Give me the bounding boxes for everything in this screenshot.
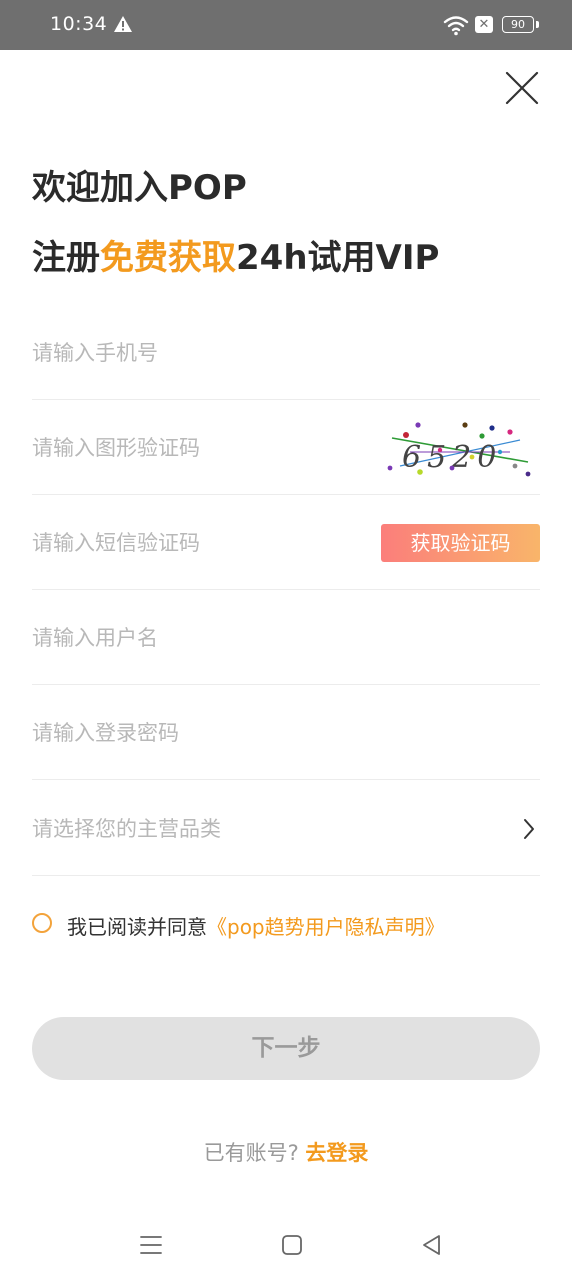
next-step-button[interactable]: 下一步 — [32, 1017, 540, 1080]
battery-tip — [536, 21, 539, 28]
captcha-input[interactable] — [32, 430, 362, 466]
agree-checkbox[interactable] — [32, 913, 52, 933]
get-sms-code-button[interactable]: 获取验证码 — [381, 524, 540, 562]
close-icon[interactable] — [500, 66, 544, 110]
sms-code-input[interactable] — [32, 525, 362, 561]
privacy-policy-link[interactable]: 《pop趋势用户隐私声明》 — [207, 915, 445, 939]
page-title: 欢迎加入POP — [32, 168, 247, 208]
menu-icon[interactable] — [136, 1230, 166, 1260]
subtitle-accent: 免费获取 — [100, 238, 236, 278]
agreement-row: 我已阅读并同意《pop趋势用户隐私声明》 — [32, 908, 540, 942]
status-time: 10:34 — [50, 13, 108, 35]
chevron-right-icon — [524, 819, 534, 839]
captcha-image[interactable]: 6520 — [380, 422, 536, 478]
subtitle-prefix: 注册 — [32, 238, 100, 278]
go-login-link[interactable]: 去登录 — [305, 1141, 368, 1165]
wifi-icon — [443, 16, 469, 36]
sms-row: 获取验证码 — [32, 495, 540, 590]
agreement-text: 我已阅读并同意《pop趋势用户隐私声明》 — [67, 911, 445, 940]
sim-blocked-icon: ✕ — [475, 16, 493, 33]
warning-icon — [114, 16, 132, 32]
captcha-row: 6520 — [32, 400, 540, 495]
battery-icon: 90 — [502, 16, 534, 33]
subtitle-suffix: 24h试用VIP — [236, 238, 440, 278]
back-icon[interactable] — [417, 1230, 447, 1260]
category-field[interactable] — [32, 811, 362, 847]
status-bar: 10:34 ✕ 90 — [0, 0, 572, 50]
username-row — [32, 590, 540, 685]
page-subtitle: 注册免费获取24h试用VIP — [32, 230, 439, 279]
phone-row — [32, 305, 540, 400]
phone-input[interactable] — [32, 335, 362, 371]
login-prompt: 已有账号? — [203, 1141, 299, 1165]
password-row — [32, 685, 540, 780]
home-icon[interactable] — [277, 1230, 307, 1260]
username-input[interactable] — [32, 620, 362, 656]
password-input[interactable] — [32, 715, 362, 751]
login-row: 已有账号? 去登录 — [0, 1137, 572, 1167]
agreement-label: 我已阅读并同意 — [67, 915, 207, 939]
category-select[interactable] — [32, 781, 540, 876]
